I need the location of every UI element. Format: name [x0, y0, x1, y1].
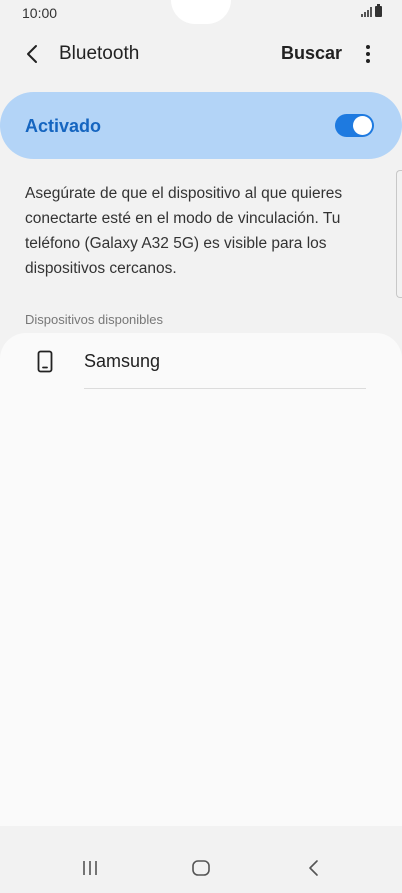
app-bar: Bluetooth Buscar	[0, 26, 402, 84]
battery-icon	[375, 4, 382, 17]
chevron-left-icon	[27, 45, 37, 63]
nav-back-button[interactable]	[306, 859, 322, 877]
bluetooth-switch[interactable]	[335, 114, 374, 137]
status-time: 10:00	[22, 5, 58, 21]
recents-icon	[83, 861, 97, 875]
camera-notch	[171, 0, 231, 24]
more-options-button[interactable]	[357, 40, 379, 68]
status-bar: 10:00	[0, 0, 402, 26]
search-button[interactable]: Buscar	[281, 43, 342, 64]
phone-icon	[37, 350, 53, 373]
bluetooth-toggle-label: Activado	[25, 116, 102, 136]
home-icon	[192, 860, 210, 876]
device-item[interactable]: Samsung	[0, 333, 402, 389]
device-list: Samsung	[0, 333, 402, 826]
divider	[84, 388, 366, 389]
scroll-indicator	[396, 170, 402, 298]
signal-icon	[361, 7, 372, 17]
home-button[interactable]	[192, 860, 210, 876]
available-devices-header: Dispositivos disponibles	[25, 312, 164, 327]
back-button[interactable]	[20, 40, 48, 68]
device-name: Samsung	[84, 351, 161, 371]
bluetooth-toggle-row[interactable]: Activado	[0, 92, 402, 159]
page-title: Bluetooth	[59, 43, 140, 64]
visibility-description: Asegúrate de que el dispositivo al que q…	[25, 185, 343, 277]
switch-knob	[353, 116, 372, 135]
recents-button[interactable]	[80, 860, 100, 876]
status-icons	[361, 4, 382, 17]
more-vert-icon	[366, 45, 370, 63]
back-icon	[309, 860, 318, 876]
navigation-bar	[0, 826, 402, 893]
